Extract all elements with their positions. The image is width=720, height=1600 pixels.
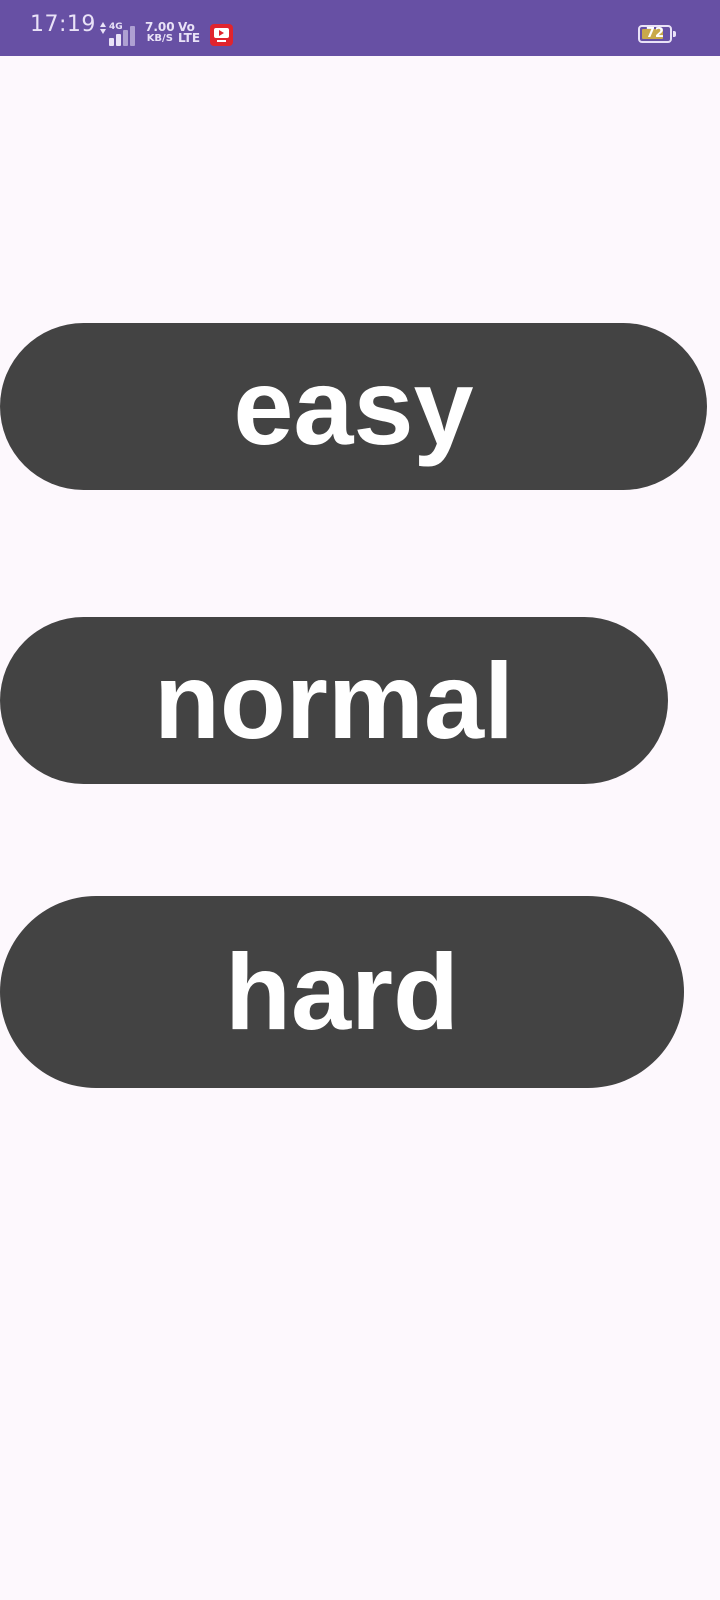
network-speed: 7.00 KB/S [145, 20, 175, 44]
signal-icon [109, 26, 139, 46]
battery-terminal [673, 31, 676, 37]
easy-button[interactable]: easy [0, 323, 707, 490]
status-time: 17:19 [30, 12, 96, 37]
normal-button-label: normal [153, 639, 515, 761]
hard-button-label: hard [224, 931, 460, 1052]
youtube-icon [210, 24, 233, 46]
status-bar: 17:19 4G 7.00 KB/S Vo LTE 72 [0, 0, 720, 56]
normal-button[interactable]: normal [0, 617, 668, 784]
speed-unit: KB/S [146, 33, 173, 44]
speed-value: 7.00 [145, 20, 175, 34]
battery-icon: 72 [638, 25, 672, 43]
hard-button[interactable]: hard [0, 896, 684, 1088]
battery-level: 72 [645, 26, 665, 41]
data-transfer-icon [100, 22, 108, 36]
easy-button-label: easy [233, 345, 474, 467]
volte-indicator: Vo LTE [178, 21, 201, 45]
volte-bottom: LTE [178, 31, 201, 45]
